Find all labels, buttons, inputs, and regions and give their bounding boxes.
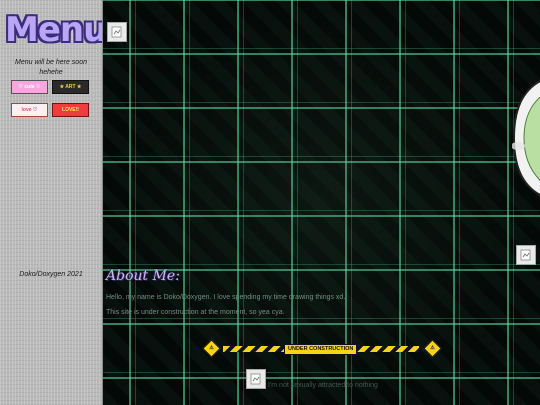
credit-text: Doko/Doxygen 2021: [19, 271, 83, 278]
menu-logo: Menu: [5, 10, 102, 50]
about-me-heading: About Me:: [106, 268, 180, 284]
disclaimer-text: I'm not sexually attracted to nothing: [268, 382, 378, 389]
badge-button-pink[interactable]: ♡ cute ♡: [11, 80, 48, 94]
badge-button-love[interactable]: love ♡: [11, 103, 48, 117]
menu-logo-text: Menu: [5, 10, 102, 50]
badge-button-art[interactable]: ★ ART ★: [52, 80, 89, 94]
warning-sign-icon: ⚠: [202, 339, 221, 358]
broken-image-icon: [246, 369, 266, 389]
about-text-line: This site is under construction at the m…: [106, 309, 285, 316]
menu-note: Menu will be here soon hehehe: [15, 59, 87, 76]
about-text-line: Hello, my name is Doko/Doxygen. I love s…: [106, 294, 346, 301]
badge-button-red[interactable]: LOVE!!: [52, 103, 89, 117]
broken-image-icon: [516, 245, 536, 265]
warning-sign-icon: ⚠: [423, 339, 442, 358]
sidebar: Menu Menu will be here soon hehehe ♡ cut…: [0, 0, 103, 405]
broken-image-icon: [107, 22, 127, 42]
under-construction-banner: ⚠ UNDER CONSTRUCTION ⚠: [202, 339, 442, 358]
mascot-image: [511, 80, 540, 196]
main-content: About Me: Hello, my name is Doko/Doxygen…: [103, 0, 540, 405]
construction-label: UNDER CONSTRUCTION: [284, 344, 358, 355]
